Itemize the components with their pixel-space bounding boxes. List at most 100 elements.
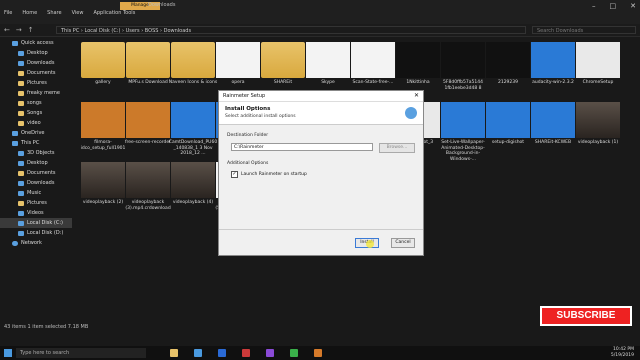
taskbar-search-input[interactable]: Type here to search (16, 348, 146, 358)
menu-view[interactable]: View (72, 10, 84, 16)
file-thumbnail-icon (531, 42, 575, 78)
cancel-button[interactable]: Cancel (391, 238, 415, 248)
sidebar-item-documents[interactable]: Documents (0, 68, 72, 78)
sidebar-item-downloads[interactable]: Downloads (0, 58, 72, 68)
additional-options-label: Additional Options (227, 161, 269, 166)
file-item[interactable]: Scan-State-free-... (348, 42, 398, 86)
sidebar-item-3d-objects[interactable]: 3D Objects (0, 148, 72, 158)
file-item[interactable]: filmora-idco_setup_full1901 (78, 102, 128, 151)
sidebar-item-videos[interactable]: Videos (0, 208, 72, 218)
picture-icon (18, 80, 24, 86)
dialog-title: Rainmeter Setup (223, 93, 266, 99)
file-item[interactable]: setup-digishot (483, 102, 533, 146)
up-arrow-icon[interactable]: ↑ (28, 26, 34, 34)
dialog-close-icon[interactable]: ✕ (414, 91, 419, 101)
file-item[interactable]: videoplayback (3).mp4.crdownload (123, 162, 173, 211)
drive-icon (18, 220, 24, 226)
checkbox-checked-icon[interactable]: ✓ (231, 171, 238, 178)
menu-application-tools[interactable]: Application Tools (93, 10, 135, 16)
launch-on-startup-option[interactable]: ✓ Launch Rainmeter on startup (231, 171, 307, 178)
sidebar-item-video[interactable]: video (0, 118, 72, 128)
file-thumbnail-icon (81, 102, 125, 138)
taskbar-apps (170, 349, 322, 357)
folder-icon (18, 90, 24, 96)
sidebar-item-music[interactable]: Music (0, 188, 72, 198)
subscribe-button[interactable]: SUBSCRIBE (540, 306, 632, 326)
file-item[interactable]: ChromeSetup (573, 42, 623, 86)
document-icon (18, 70, 24, 76)
file-item[interactable]: 1Nkittinha (393, 42, 443, 86)
file-thumbnail-icon (486, 42, 530, 78)
maximize-icon[interactable]: □ (610, 2, 617, 10)
file-item-label: SHAREit-KCWEB (534, 140, 572, 145)
browse-button[interactable]: Browse... (379, 143, 415, 153)
opera-icon[interactable] (242, 349, 250, 357)
file-thumbnail-icon (576, 42, 620, 78)
ribbon: Manage Downloads File Home Share View Ap… (0, 0, 640, 24)
back-arrow-icon[interactable]: ← (4, 26, 10, 34)
file-item[interactable]: opera (213, 42, 263, 86)
sidebar-item-quick-access[interactable]: Quick access (0, 38, 72, 48)
taskbar-clock[interactable]: 10:42 PM 5/19/2019 (611, 347, 634, 359)
sidebar-item-local-disk-c[interactable]: Local Disk (C:) (0, 218, 72, 228)
video-icon (18, 210, 24, 216)
sidebar-item-desktop[interactable]: Desktop (0, 48, 72, 58)
file-item[interactable]: SHAREit-KCWEB (528, 102, 578, 146)
window-controls: – □ ✕ (592, 2, 636, 10)
sidebar-item-this-pc[interactable]: This PC (0, 138, 72, 148)
rainmeter-logo-icon (405, 107, 417, 119)
menu-file[interactable]: File (4, 10, 12, 16)
minimize-icon[interactable]: – (592, 2, 596, 10)
sidebar-item-local-disk-d[interactable]: Local Disk (D:) (0, 228, 72, 238)
chrome-icon[interactable] (290, 349, 298, 357)
sidebar-item-pictures-pc[interactable]: Pictures (0, 198, 72, 208)
file-item-label: Skype (321, 80, 335, 85)
file-item-label: 2129239 (497, 80, 519, 85)
file-item[interactable]: CamtDownload_PU60_140838_1 3 Nov 2018_12… (168, 102, 218, 157)
file-item[interactable]: SHAREit (258, 42, 308, 86)
windows-start-icon[interactable] (4, 349, 12, 357)
sidebar-item-songs-lower[interactable]: songs (0, 98, 72, 108)
sidebar-item-network[interactable]: Network (0, 238, 72, 248)
sidebar-item-songs[interactable]: Songs (0, 108, 72, 118)
address-bar-row: ← → ↑ This PC › Local Disk (C:) › Users … (0, 24, 640, 37)
file-item-label: videoplayback (4) (172, 200, 214, 205)
photoshop-icon[interactable] (266, 349, 274, 357)
taskbar: Type here to search 10:42 PM 5/19/2019 (0, 346, 640, 360)
menu-share[interactable]: Share (47, 10, 61, 16)
destination-folder-input[interactable]: C:\Rainmeter (231, 143, 373, 151)
forward-arrow-icon[interactable]: → (16, 26, 22, 34)
store-icon[interactable] (218, 349, 226, 357)
file-item[interactable]: gallery (78, 42, 128, 86)
drive-icon (18, 230, 24, 236)
file-item[interactable]: Naveen Icons & icons (168, 42, 218, 86)
sidebar-item-pictures[interactable]: Pictures (0, 78, 72, 88)
file-item[interactable]: 2129239 (483, 42, 533, 86)
menu-home[interactable]: Home (22, 10, 37, 16)
document-icon (18, 170, 24, 176)
sidebar-item-desktop-pc[interactable]: Desktop (0, 158, 72, 168)
file-item[interactable]: 5F8d0ffb57a5144 1fb1eebe3d48 8 (438, 42, 488, 91)
address-path[interactable]: This PC › Local Disk (C:) › Users › BOSS… (56, 26, 526, 34)
sidebar-item-downloads-pc[interactable]: Downloads (0, 178, 72, 188)
close-icon[interactable]: ✕ (630, 2, 636, 10)
file-item[interactable]: free-screen-recorder (123, 102, 173, 146)
file-item[interactable]: Skype (303, 42, 353, 86)
file-item[interactable]: videoplayback (2) (78, 162, 128, 206)
vlc-icon[interactable] (314, 349, 322, 357)
file-item[interactable]: audacity-win-2.3.2 (528, 42, 578, 86)
file-explorer-icon[interactable] (170, 349, 178, 357)
clock-date: 5/19/2019 (610, 353, 634, 358)
sidebar-item-onedrive[interactable]: OneDrive (0, 128, 72, 138)
file-thumbnail-icon (396, 42, 440, 78)
music-icon (18, 190, 24, 196)
sidebar-item-freaky-meme[interactable]: freaky meme (0, 88, 72, 98)
file-item[interactable]: videoplayback (4) (168, 162, 218, 206)
network-icon (12, 240, 18, 246)
search-input[interactable]: Search Downloads (532, 26, 636, 34)
file-item[interactable]: Set-Live-Wallpaper-Animated-Desktop-Back… (438, 102, 488, 162)
sidebar-item-documents-pc[interactable]: Documents (0, 168, 72, 178)
file-item[interactable]: videoplayback (1) (573, 102, 623, 146)
file-item[interactable]: MPFu.s Download (123, 42, 173, 86)
edge-icon[interactable] (194, 349, 202, 357)
